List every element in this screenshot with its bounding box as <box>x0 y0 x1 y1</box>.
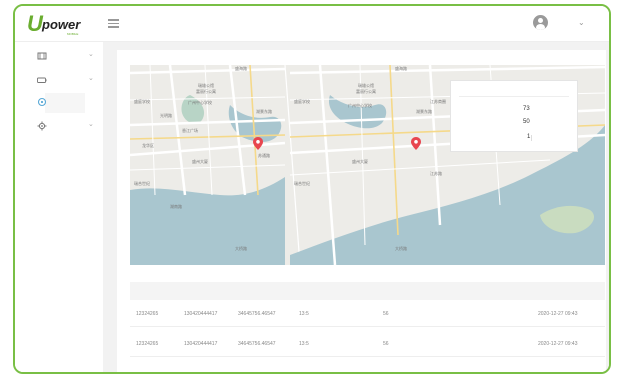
cell-a: 13:5 <box>299 311 309 317</box>
sidebar: ⌄ ⌄ ⌄ <box>15 42 103 372</box>
table-row[interactable]: 12324265 130420444417 34645756.46547 13:… <box>130 335 605 357</box>
cell-b: 56 <box>383 341 389 347</box>
cell-id: 12324265 <box>136 341 159 347</box>
map-view[interactable]: 盛海路 瑞雄公馆 富丽行公寓 盛庭学校 广州中心学校 光明路 湖景东路 香江广场… <box>130 65 605 265</box>
device-info-panel: 73 50 1 <box>450 80 578 152</box>
location-marker-icon[interactable] <box>253 137 263 150</box>
svg-text:富丽行公寓: 富丽行公寓 <box>196 88 216 94</box>
svg-text:盛庭学校: 盛庭学校 <box>134 98 150 104</box>
cell-id: 12324265 <box>136 311 159 317</box>
svg-text:广州中心学校: 广州中心学校 <box>348 102 372 108</box>
logo-subtitle: MOBILE <box>67 32 79 36</box>
svg-text:盛海路: 盛海路 <box>395 65 407 71</box>
top-bar: U power MOBILE ⌄ <box>15 6 609 42</box>
svg-text:大桥路: 大桥路 <box>235 245 247 251</box>
info-value: 1 <box>527 134 531 140</box>
cell-serial: 34645756.46547 <box>238 311 276 317</box>
settings-icon <box>37 121 47 131</box>
cell-code: 130420444417 <box>184 311 218 317</box>
svg-text:广州中心学校: 广州中心学校 <box>188 99 212 105</box>
sidebar-item-batteries[interactable]: ⌄ <box>15 70 103 90</box>
chevron-down-icon: ⌄ <box>88 121 94 128</box>
svg-text:富丽行公寓: 富丽行公寓 <box>356 88 376 94</box>
svg-text:湖景东路: 湖景东路 <box>416 108 432 114</box>
svg-text:盛庭学校: 盛庭学校 <box>294 98 310 104</box>
info-marker <box>531 135 534 141</box>
cell-time: 2020-12-27 09:43 <box>538 311 578 317</box>
svg-text:瑞雄公馆: 瑞雄公馆 <box>358 82 374 88</box>
map-card: 盛海路 瑞雄公馆 富丽行公寓 盛庭学校 广州中心学校 光明路 湖景东路 香江广场… <box>117 50 606 372</box>
active-highlight <box>45 93 85 113</box>
cell-a: 13:5 <box>299 341 309 347</box>
chevron-down-icon[interactable]: ⌄ <box>578 19 586 27</box>
svg-text:盛州大厦: 盛州大厦 <box>352 158 368 164</box>
svg-text:湖南路: 湖南路 <box>170 203 182 209</box>
user-avatar-icon[interactable] <box>533 15 548 30</box>
svg-text:盛州大厦: 盛州大厦 <box>192 158 208 164</box>
logo-letter: U <box>27 11 43 36</box>
hamburger-icon[interactable] <box>108 19 119 28</box>
chevron-down-icon: ⌄ <box>88 75 94 82</box>
svg-text:盛海路: 盛海路 <box>235 65 247 71</box>
svg-text:香江广场: 香江广场 <box>182 127 198 133</box>
location-icon <box>37 97 47 107</box>
svg-text:瑞合世纪: 瑞合世纪 <box>134 180 150 186</box>
svg-text:大桥路: 大桥路 <box>395 245 407 251</box>
svg-text:瑞雄公馆: 瑞雄公馆 <box>198 82 214 88</box>
app-window: U power MOBILE ⌄ ⌄ ⌄ ⌄ 盛海路 瑞雄公馆 富丽行公寓 盛庭… <box>13 4 611 374</box>
svg-text:龙华区: 龙华区 <box>142 142 154 148</box>
cell-time: 2020-12-27 09:43 <box>538 341 578 347</box>
cell-b: 56 <box>383 311 389 317</box>
location-marker-icon[interactable] <box>411 137 421 150</box>
svg-text:苏通路: 苏通路 <box>258 152 270 158</box>
svg-text:江苏路: 江苏路 <box>430 170 442 176</box>
svg-text:湖景东路: 湖景东路 <box>256 108 272 114</box>
logo-word: power <box>42 17 81 32</box>
sidebar-item-devices[interactable]: ⌄ <box>15 46 103 66</box>
panel-divider <box>459 96 569 97</box>
svg-text:瑞合世纪: 瑞合世纪 <box>294 180 310 186</box>
main-content: 盛海路 瑞雄公馆 富丽行公寓 盛庭学校 广州中心学校 光明路 湖景东路 香江广场… <box>103 42 609 372</box>
table-row[interactable]: 12324265 130420444417 34645756.46547 13:… <box>130 305 605 327</box>
table-header <box>130 282 605 300</box>
sidebar-item-settings[interactable]: ⌄ <box>15 116 103 136</box>
svg-text:光明路: 光明路 <box>160 112 172 118</box>
film-icon <box>37 52 47 60</box>
info-value: 73 <box>523 106 530 112</box>
sidebar-item-map[interactable] <box>15 92 103 113</box>
cell-code: 130420444417 <box>184 341 218 347</box>
upower-logo[interactable]: U power MOBILE <box>27 11 87 36</box>
svg-text:江苏商圈: 江苏商圈 <box>430 98 446 104</box>
cell-serial: 34645756.46547 <box>238 341 276 347</box>
battery-icon <box>37 77 47 83</box>
info-value: 50 <box>523 119 530 125</box>
chevron-down-icon: ⌄ <box>88 51 94 58</box>
